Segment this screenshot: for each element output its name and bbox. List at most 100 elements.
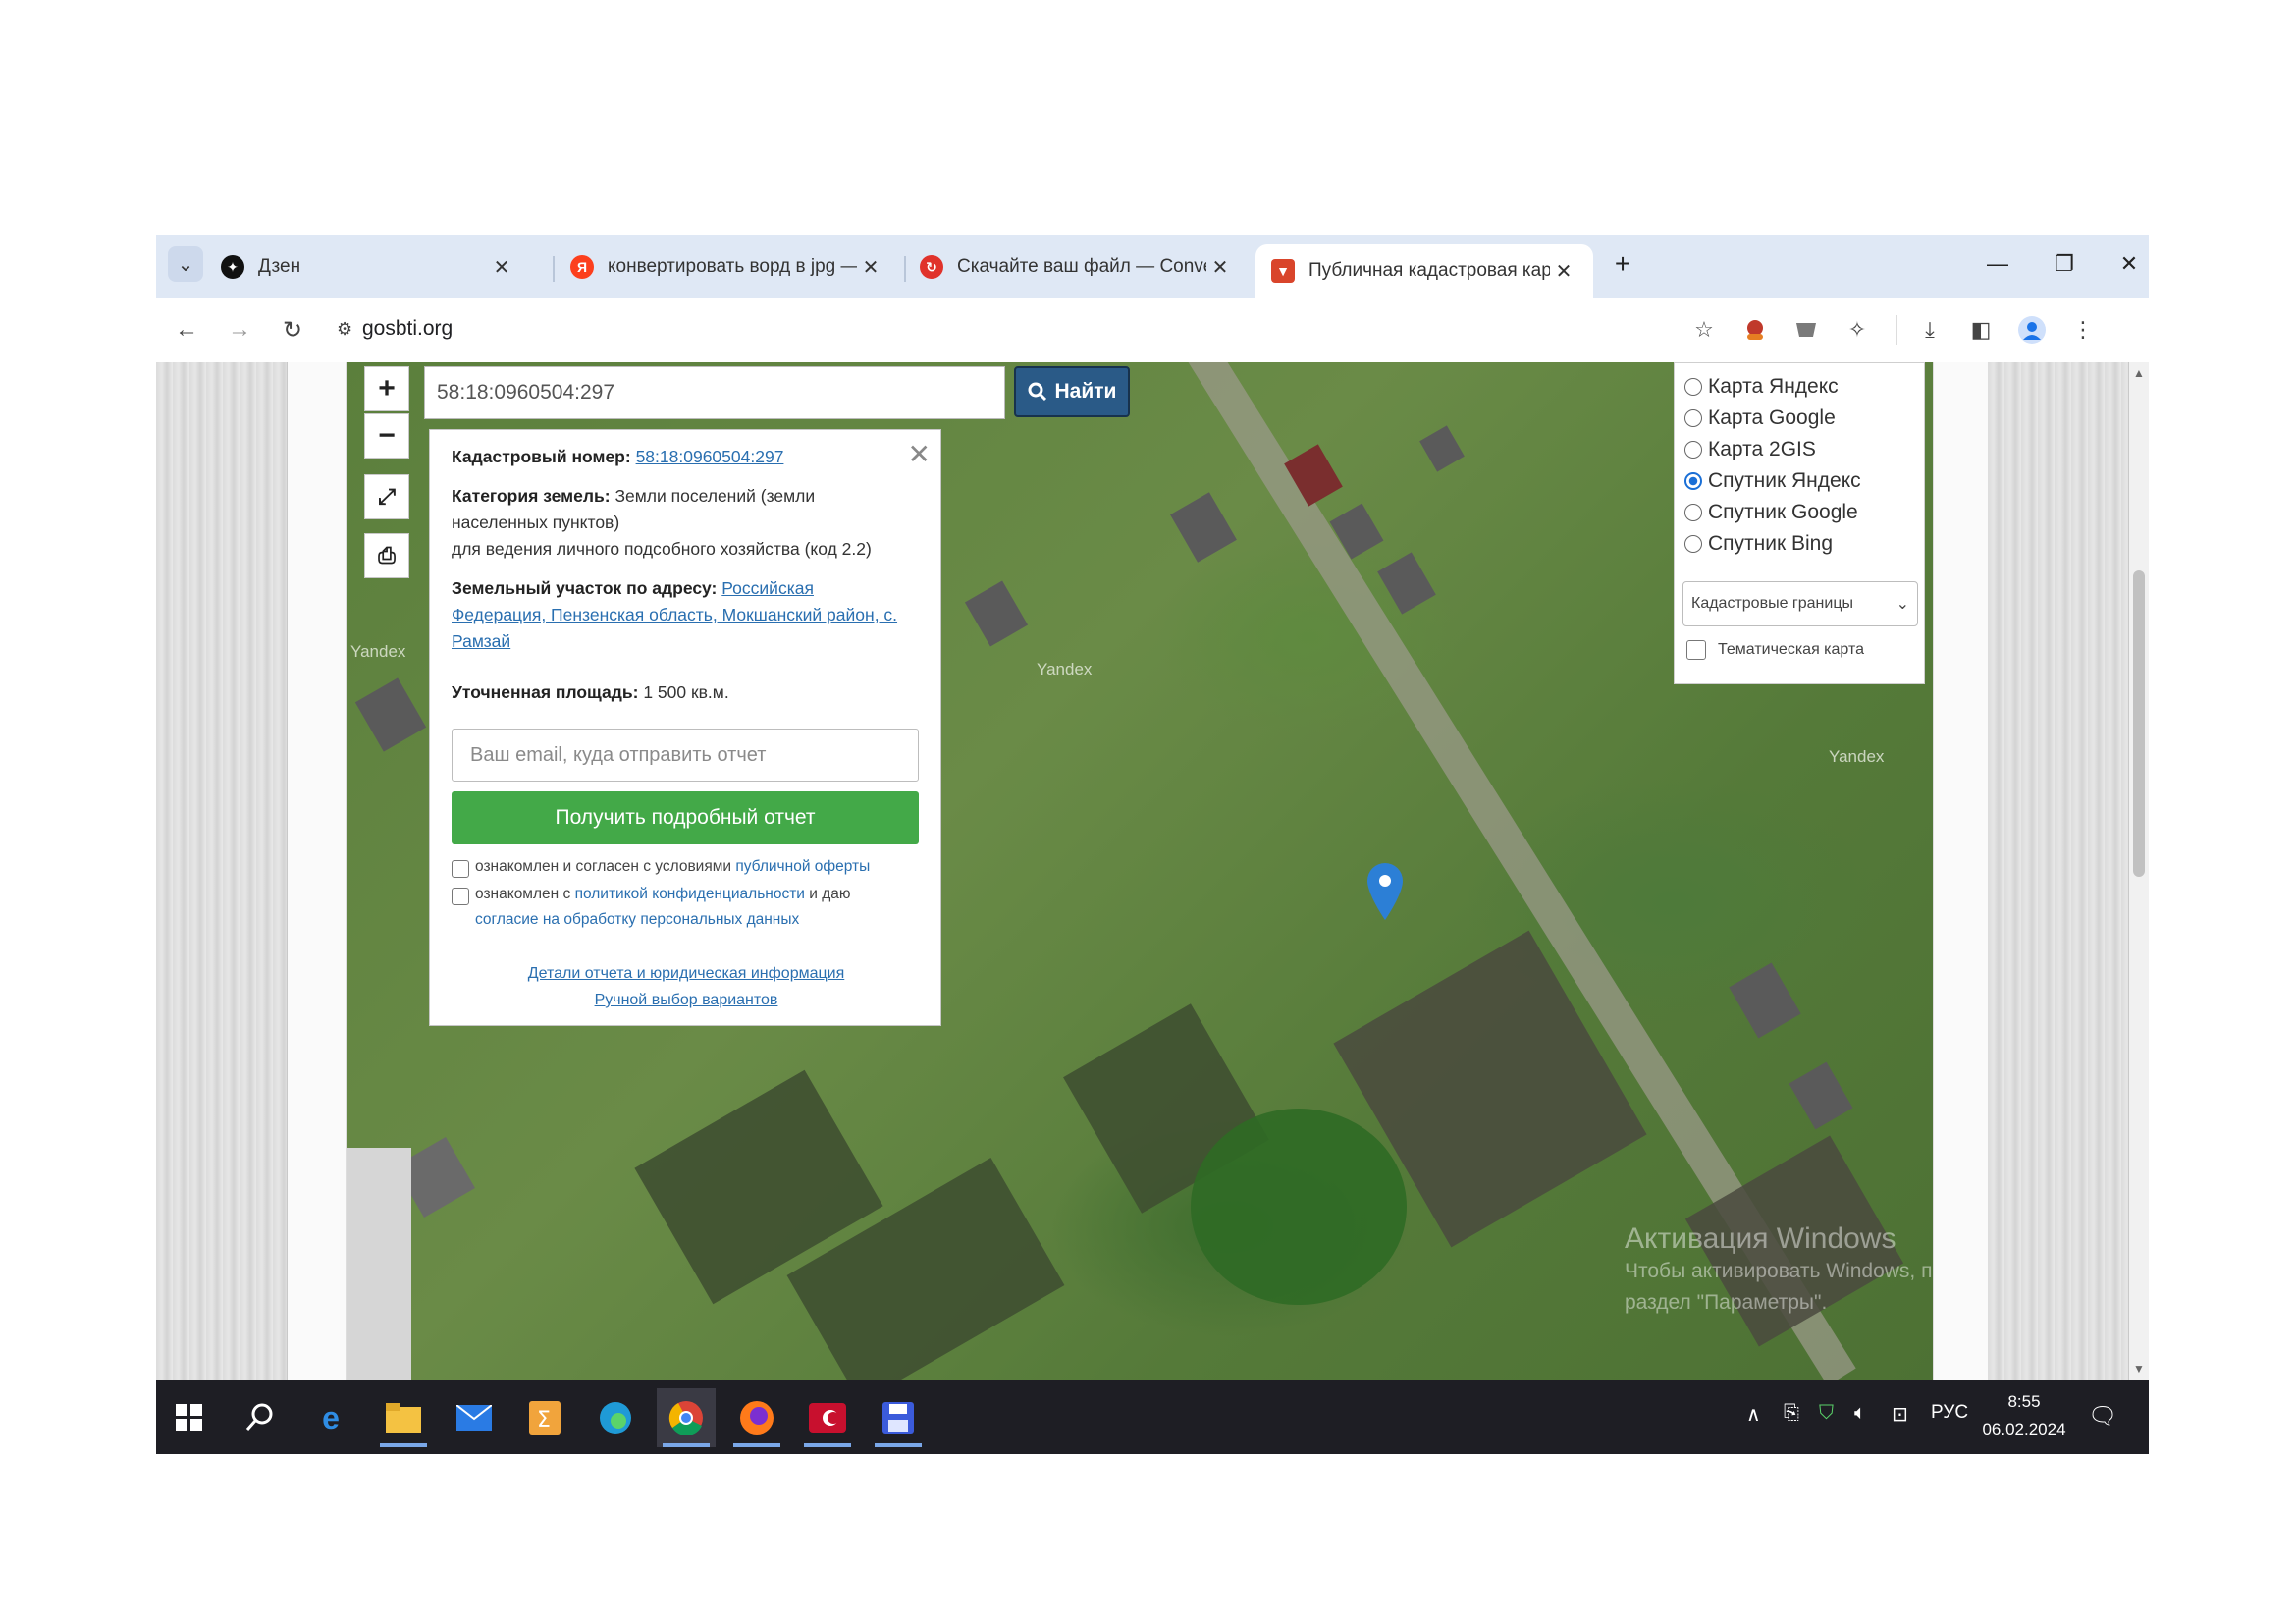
close-tab-icon[interactable]: ✕ (488, 255, 515, 280)
thematic-map-toggle[interactable]: Тематическая карта (1686, 640, 1864, 660)
meet-now-icon[interactable]: ⎘ (1784, 1402, 1799, 1425)
satellite-map[interactable]: Yandex Yandex Yandex + − ⤢ ⎙ 58:18:09605… (347, 362, 1933, 1380)
cadastral-number-link[interactable]: 58:18:0960504:297 (636, 447, 784, 466)
extension-avatar-icon[interactable] (1738, 313, 1772, 347)
tab-convertio[interactable]: ↻ Скачайте ваш файл — Convert ✕ (920, 244, 1234, 290)
close-tab-icon[interactable]: ✕ (857, 255, 884, 280)
page-background-right (1988, 362, 2129, 1380)
radio-button[interactable] (1684, 409, 1702, 427)
volume-icon[interactable]: 🔈︎ (1854, 1402, 1866, 1425)
fullscreen-button[interactable]: ⤢ (364, 474, 409, 519)
restore-button[interactable]: ❐ (2045, 246, 2084, 282)
edge-app[interactable] (586, 1388, 645, 1447)
start-button[interactable] (160, 1388, 219, 1447)
close-tab-icon[interactable]: ✕ (1206, 255, 1234, 280)
zoom-in-button[interactable]: + (364, 366, 409, 411)
email-input[interactable]: Ваш email, куда отправить отчет (452, 729, 919, 782)
reload-button[interactable]: ↻ (274, 311, 311, 349)
page-background-left (156, 362, 288, 1380)
page-viewport: Yandex Yandex Yandex + − ⤢ ⎙ 58:18:09605… (156, 362, 2149, 1380)
minimize-button[interactable]: — (1978, 246, 2017, 282)
forward-button[interactable]: → (221, 311, 258, 349)
report-details-link[interactable]: Детали отчета и юридическая информация (528, 965, 845, 982)
zoom-out-button[interactable]: − (364, 413, 409, 459)
close-tab-icon[interactable]: ✕ (1550, 259, 1577, 284)
chevron-down-icon: ⌄ (177, 253, 194, 276)
clock[interactable]: 8:55 06.02.2024 (1980, 1388, 2068, 1443)
find-button[interactable]: Найти (1014, 366, 1130, 417)
privacy-policy-link[interactable]: политикой конфиденциальности (575, 886, 805, 902)
tab-search-button[interactable]: ⌄ (168, 246, 203, 282)
reader-app[interactable] (798, 1388, 857, 1447)
tray-overflow-icon[interactable]: ∧ (1746, 1402, 1761, 1427)
new-tab-button[interactable]: + (1603, 246, 1642, 282)
tab-yandex[interactable]: Я конвертировать ворд в jpg — ✕ (570, 244, 884, 290)
address-link[interactable]: Российская (721, 578, 814, 598)
map-layers-panel: Карта Яндекс Карта Google Карта 2GIS Спу… (1674, 362, 1925, 684)
profile-avatar[interactable] (2015, 313, 2049, 347)
menu-kebab-icon[interactable]: ⋮ (2066, 313, 2100, 347)
antivirus-tray-icon[interactable]: ⛉ (1819, 1402, 1834, 1425)
cadastral-borders-select[interactable]: Кадастровые границы ⌄ (1682, 581, 1918, 626)
calculator-app[interactable]: Σ (515, 1388, 574, 1447)
plus-icon: + (1614, 248, 1631, 279)
scroll-up-icon[interactable]: ▲ (2133, 366, 2145, 380)
extensions-puzzle-icon[interactable]: ✧ (1841, 313, 1874, 347)
search-input-value: 58:18:0960504:297 (437, 381, 615, 404)
side-panel-icon[interactable]: ◧ (1964, 313, 1998, 347)
get-report-button[interactable]: Получить подробный отчет (452, 791, 919, 844)
address-link[interactable]: Рамзай (452, 631, 510, 651)
notifications-icon[interactable]: 🗨︎ (2088, 1402, 2117, 1431)
public-offer-link[interactable]: публичной оферты (735, 858, 870, 875)
cadastral-number-label: Кадастровый номер: (452, 447, 631, 466)
radio-button[interactable] (1684, 378, 1702, 396)
select-value: Кадастровые границы (1691, 595, 1853, 612)
download-icon[interactable]: ⤓ (1913, 313, 1947, 347)
language-indicator[interactable]: РУС (1931, 1402, 1968, 1424)
network-icon[interactable]: ⊡ (1892, 1402, 1908, 1427)
cadastral-search-input[interactable]: 58:18:0960504:297 (424, 366, 1005, 419)
radio-button[interactable] (1684, 535, 1702, 553)
radio-button[interactable] (1684, 504, 1702, 521)
internet-explorer-app[interactable]: e (301, 1388, 360, 1447)
layer-option-google-satellite[interactable]: Спутник Google (1684, 497, 1858, 528)
map-building (354, 677, 427, 752)
scroll-down-icon[interactable]: ▼ (2133, 1362, 2145, 1376)
tab-dzen[interactable]: ✦ Дзен ✕ (221, 244, 515, 290)
layer-option-2gis-map[interactable]: Карта 2GIS (1684, 434, 1816, 465)
tab-gosbti[interactable]: ▼ Публичная кадастровая карта ✕ (1255, 244, 1593, 298)
svg-text:Σ: Σ (537, 1408, 551, 1433)
activation-watermark-text: Чтобы активировать Windows, перейдите в (1625, 1260, 1933, 1282)
back-button[interactable]: ← (168, 311, 205, 349)
layer-option-google-map[interactable]: Карта Google (1684, 403, 1836, 434)
layer-option-yandex-map[interactable]: Карта Яндекс (1684, 371, 1839, 403)
address-bar[interactable] (333, 305, 1923, 354)
offer-agree-checkbox[interactable] (452, 860, 469, 878)
search-taskbar-button[interactable] (231, 1388, 290, 1447)
site-info-icon[interactable]: ⚙ (337, 319, 352, 340)
personal-data-consent-link[interactable]: согласие на обработку персональных данны… (475, 911, 799, 928)
extension-shield-icon[interactable] (1789, 313, 1823, 347)
print-button[interactable]: ⎙ (364, 533, 409, 578)
manual-selection-link[interactable]: Ручной выбор вариантов (595, 992, 778, 1008)
layer-option-bing-satellite[interactable]: Спутник Bing (1684, 528, 1833, 560)
thematic-map-checkbox[interactable] (1686, 640, 1706, 660)
running-indicator (804, 1443, 851, 1447)
firefox-app[interactable] (727, 1388, 786, 1447)
chrome-app[interactable] (657, 1388, 716, 1447)
radio-button-selected[interactable] (1684, 472, 1702, 490)
layer-option-yandex-satellite[interactable]: Спутник Яндекс (1684, 465, 1861, 497)
radio-button[interactable] (1684, 441, 1702, 459)
scrollbar-thumb[interactable] (2133, 570, 2145, 877)
map-marker-icon[interactable] (1365, 861, 1405, 922)
url-text[interactable]: gosbti.org (362, 317, 453, 341)
mail-app[interactable] (445, 1388, 504, 1447)
address-link[interactable]: Федерация, Пензенская область, Мокшански… (452, 605, 897, 624)
page-scrollbar[interactable]: ▲ ▼ (2129, 362, 2149, 1380)
privacy-agree-checkbox[interactable] (452, 888, 469, 905)
land-category-value: Земли поселений (земли (614, 486, 816, 506)
close-window-button[interactable]: ✕ (2109, 246, 2149, 282)
file-explorer-app[interactable] (374, 1388, 433, 1447)
save-app[interactable] (869, 1388, 928, 1447)
bookmark-star-icon[interactable]: ☆ (1687, 313, 1721, 347)
